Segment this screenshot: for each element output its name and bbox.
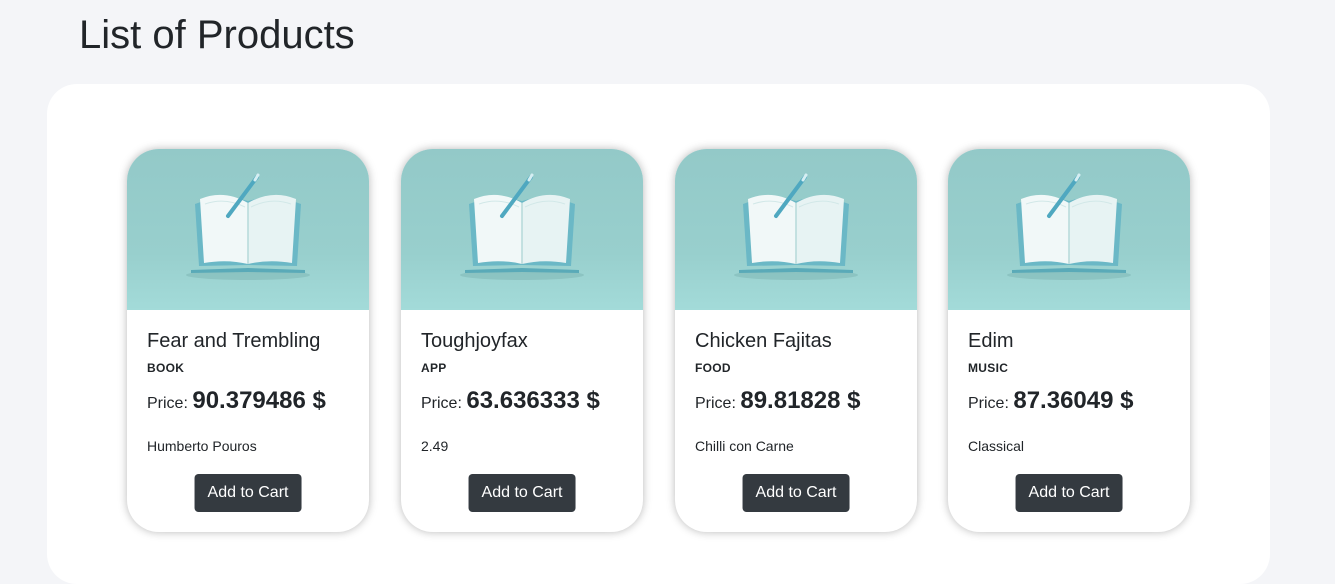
product-category: BOOK [147, 361, 185, 375]
price-value: 89.81828 $ [740, 387, 861, 414]
product-detail: Classical [968, 438, 1025, 454]
price-value: 90.379486 $ [192, 387, 326, 414]
page-title: List of Products [79, 13, 355, 57]
product-name: Chicken Fajitas [695, 330, 832, 352]
product-detail: Humberto Pouros [147, 438, 257, 454]
product-detail: Chilli con Carne [695, 438, 794, 454]
product-image [401, 149, 643, 310]
price-value: 87.36049 $ [1013, 387, 1134, 414]
product-category: APP [421, 361, 447, 375]
product-detail: 2.49 [421, 438, 449, 454]
product-card: Edim MUSIC Price: 87.36049 $ Classical A… [948, 149, 1190, 532]
open-book-icon [186, 173, 310, 280]
product-price: Price: 90.379486 $ [147, 385, 326, 420]
product-price: Price: 63.636333 $ [421, 385, 600, 420]
product-name: Fear and Trembling [147, 330, 321, 352]
price-label: Price: [421, 395, 462, 412]
price-label: Price: [968, 395, 1009, 412]
add-to-cart-button[interactable]: Add to Cart [742, 474, 850, 512]
product-category: MUSIC [968, 361, 1009, 375]
price-label: Price: [147, 395, 188, 412]
add-to-cart-button[interactable]: Add to Cart [194, 474, 302, 512]
product-card: Fear and Trembling BOOK Price: 90.379486… [127, 149, 369, 532]
product-name: Toughjoyfax [421, 330, 528, 352]
open-book-icon [460, 173, 584, 280]
product-image [127, 149, 369, 310]
product-image [675, 149, 917, 310]
product-card: Chicken Fajitas FOOD Price: 89.81828 $ C… [675, 149, 917, 532]
product-name: Edim [968, 330, 1014, 352]
price-value: 63.636333 $ [466, 387, 600, 414]
product-category: FOOD [695, 361, 731, 375]
price-label: Price: [695, 395, 736, 412]
open-book-icon [1007, 173, 1131, 280]
product-image [948, 149, 1190, 310]
add-to-cart-button[interactable]: Add to Cart [468, 474, 576, 512]
product-card: Toughjoyfax APP Price: 63.636333 $ 2.49 … [401, 149, 643, 532]
open-book-icon [734, 173, 858, 280]
product-price: Price: 87.36049 $ [968, 385, 1133, 420]
product-price: Price: 89.81828 $ [695, 385, 860, 420]
add-to-cart-button[interactable]: Add to Cart [1015, 474, 1123, 512]
